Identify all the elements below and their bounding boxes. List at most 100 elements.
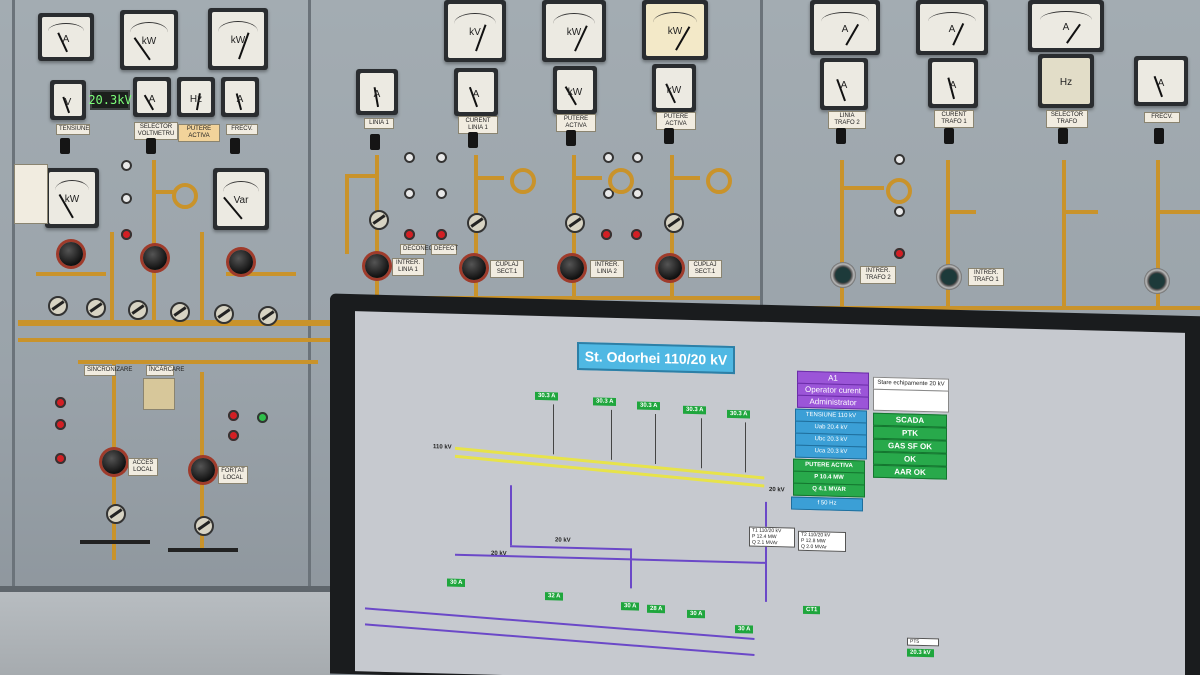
digital-voltage-display: 20.3kV [88,90,132,110]
status-lamp-red [55,397,66,408]
status-lamp [894,154,905,165]
label-selector-voltmetru: SELECTOR VOLTMETRU [134,122,178,140]
pt5-label: PT5 [910,638,920,645]
status-lamp-red [894,248,905,259]
voltage-label-110: 110 kV [433,444,452,451]
control-switch[interactable] [370,134,380,150]
bay-value: 30.3 A [683,405,707,415]
meter-current: kV [444,0,506,62]
isolator-switch[interactable] [565,213,585,233]
label-intrer-linia-2: INTRER. LINIA 2 [590,260,624,278]
meter-kw: kW [642,0,708,60]
meter-kw: kW [120,10,178,70]
label-deconectat: DECONECTAT [400,244,443,255]
t1-q: Q 2.1 MVAr [752,539,778,547]
control-switch[interactable] [1058,128,1068,144]
meter-kw: A [810,0,880,55]
breaker-knob[interactable] [143,246,167,270]
isolator-switch[interactable] [86,298,106,318]
label-intrer-trafo-1: INTRER. TRAFO 1 [968,268,1004,286]
feeder-line [745,422,746,473]
busbar [1156,210,1200,214]
feeder-line [611,409,612,460]
isolator-switch[interactable] [106,504,126,524]
control-switch[interactable] [836,128,846,144]
meter-kw: kW [208,8,268,70]
mode-selector-knob[interactable] [102,450,126,474]
control-switch[interactable] [146,138,156,154]
feeder-line [655,413,656,465]
status-lamp-red [121,229,132,240]
aar-status[interactable]: AAR OK [873,464,947,480]
busbar-20kv [364,623,755,657]
feeder-line [701,418,702,469]
transformer-2-info: T2 110/20 kV P 12.8 MW Q 2.0 MVAr [798,530,846,552]
meter-kw: kW [652,64,696,112]
status-lamp [121,193,132,204]
isolator-switch[interactable] [48,296,68,316]
breaker-indicator[interactable] [1144,268,1170,294]
control-switch[interactable] [230,138,240,154]
busbar-loop [706,168,732,194]
control-switch[interactable] [664,128,674,144]
feeder-line [553,404,554,455]
label-tensiune: TENSIUNE [56,124,90,135]
status-lamp-green [257,412,268,423]
voltage-label-20-right: 20 kV [769,486,785,494]
status-lamp [603,152,614,163]
feeder-value: 30 A [621,602,640,611]
bay-value: 30.3 A [593,397,617,406]
label-putere-activa: PUTERE ACTIVA [656,112,696,130]
isolator-switch[interactable] [664,213,684,233]
feeder-value: 30 A [687,609,706,619]
label-selector-trafo: SELECTOR TRAFO [1046,110,1088,128]
mode-selector-knob[interactable] [191,458,215,482]
control-switch[interactable] [468,132,478,148]
isolator-switch[interactable] [467,213,487,233]
feeder-line [630,548,632,589]
status-lamp [632,152,643,163]
busbar [200,232,204,320]
meter-current: A [133,77,171,117]
control-switch[interactable] [944,128,954,144]
control-switch[interactable] [566,130,576,146]
stare-blank [873,388,949,413]
isolator-switch[interactable] [170,302,190,322]
control-room-scene: A kW kW V 20.3kV A Hz A TENSIUNE SELECTO… [0,0,1200,675]
busbar [110,232,114,320]
meter-current: A [928,58,978,108]
isolator-switch[interactable] [214,304,234,324]
feeder-value: 28 A [647,604,666,614]
breaker-knob[interactable] [462,256,486,280]
meter-frequency: Hz [177,77,215,117]
breaker-knob[interactable] [229,250,253,274]
bus-ground [80,540,150,544]
breaker-knob[interactable] [658,256,682,280]
label-curent-linia-1: CURENT LINIA 1 [458,116,498,134]
busbar [1062,160,1066,310]
breaker-knob[interactable] [59,242,83,266]
status-lamp [404,188,415,199]
breaker-indicator[interactable] [830,262,856,288]
breaker-indicator[interactable] [936,264,962,290]
isolator-switch[interactable] [369,210,389,230]
status-lamp [632,188,643,199]
isolator-switch[interactable] [258,306,278,326]
feeder-value: 30 A [447,578,466,588]
control-switch[interactable] [60,138,70,154]
meter-voltage: V [50,80,86,120]
scada-screen[interactable]: St. Odorhei 110/20 kV 110 kV 20 kV 30.3 … [355,311,1185,675]
meter-current: A [221,77,259,117]
isolator-switch[interactable] [128,300,148,320]
busbar-loop [608,168,634,194]
busbar [946,210,976,214]
isolator-switch[interactable] [194,516,214,536]
control-switch[interactable] [1154,128,1164,144]
label-linia-1: LINIA 1 [364,118,394,129]
status-lamp-red [436,229,447,240]
breaker-knob[interactable] [560,256,584,280]
breaker-knob[interactable] [365,254,389,278]
busbar [152,160,156,320]
busbar [840,186,884,190]
role-administrator[interactable]: Administrator [797,394,869,410]
